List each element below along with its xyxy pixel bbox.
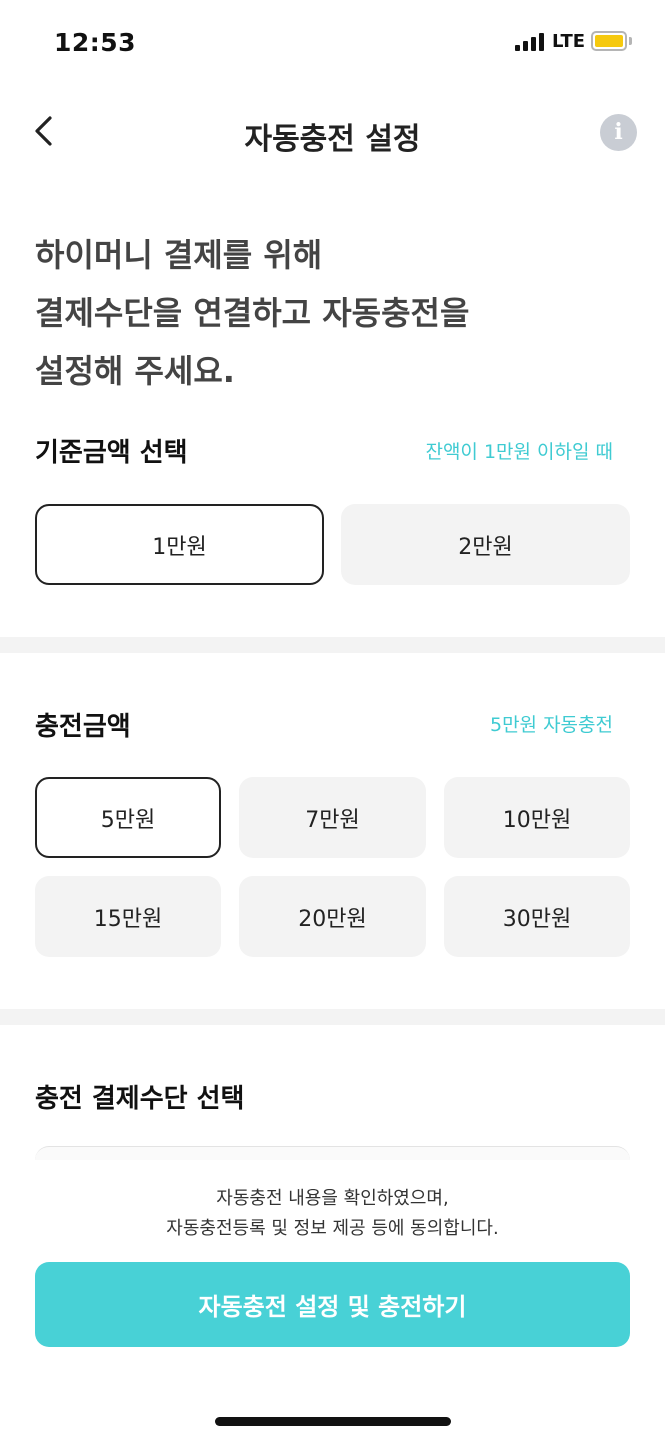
threshold-hint: 잔액이 1만원 이하일 때 (425, 441, 613, 463)
battery-icon (591, 31, 627, 51)
status-bar: 12:53 LTE (0, 0, 665, 88)
section-divider (0, 1009, 665, 1025)
payment-method-card[interactable] (35, 1146, 630, 1161)
charge-option-30[interactable]: 30만원 (444, 876, 630, 957)
charge-section-title: 충전금액 (35, 712, 131, 742)
payment-section-title: 충전 결제수단 선택 (35, 1084, 245, 1114)
info-button[interactable]: i (600, 114, 637, 151)
charge-option-20[interactable]: 20만원 (239, 876, 426, 957)
charge-hint: 5만원 자동충전 (489, 714, 613, 736)
headline: 하이머니 결제를 위해 결제수단을 연결하고 자동충전을 설정해 주세요. (35, 226, 469, 400)
agreement-line: 자동충전 내용을 확인하였으며, (216, 1188, 449, 1209)
network-type: LTE (552, 31, 586, 52)
agreement-text: 자동충전 내용을 확인하였으며, 자동충전등록 및 정보 제공 등에 동의합니다… (0, 1184, 665, 1244)
charge-option-7[interactable]: 7만원 (239, 777, 426, 858)
info-icon: i (614, 119, 623, 145)
charge-option-5[interactable]: 5만원 (35, 777, 221, 858)
headline-line: 하이머니 결제를 위해 (35, 236, 323, 274)
section-divider (0, 637, 665, 653)
navigation-bar: 자동충전 설정 i (0, 100, 665, 164)
charge-option-15[interactable]: 15만원 (35, 876, 221, 957)
threshold-option-2[interactable]: 2만원 (341, 504, 630, 585)
page-title: 자동충전 설정 (244, 122, 421, 157)
battery-cap (629, 37, 632, 45)
agreement-line: 자동충전등록 및 정보 제공 등에 동의합니다. (166, 1218, 499, 1239)
charge-option-10[interactable]: 10만원 (444, 777, 630, 858)
threshold-section-title: 기준금액 선택 (35, 438, 188, 468)
bottom-panel: 자동충전 내용을 확인하였으며, 자동충전등록 및 정보 제공 등에 동의합니다… (0, 1160, 665, 1440)
submit-auto-charge-button[interactable]: 자동충전 설정 및 충전하기 (35, 1262, 630, 1347)
home-indicator (215, 1417, 451, 1426)
headline-line: 결제수단을 연결하고 자동충전을 (35, 294, 470, 332)
status-time: 12:53 (54, 28, 137, 57)
headline-line: 설정해 주세요. (35, 352, 235, 390)
cellular-signal-icon (515, 33, 547, 51)
threshold-option-1[interactable]: 1만원 (35, 504, 324, 585)
